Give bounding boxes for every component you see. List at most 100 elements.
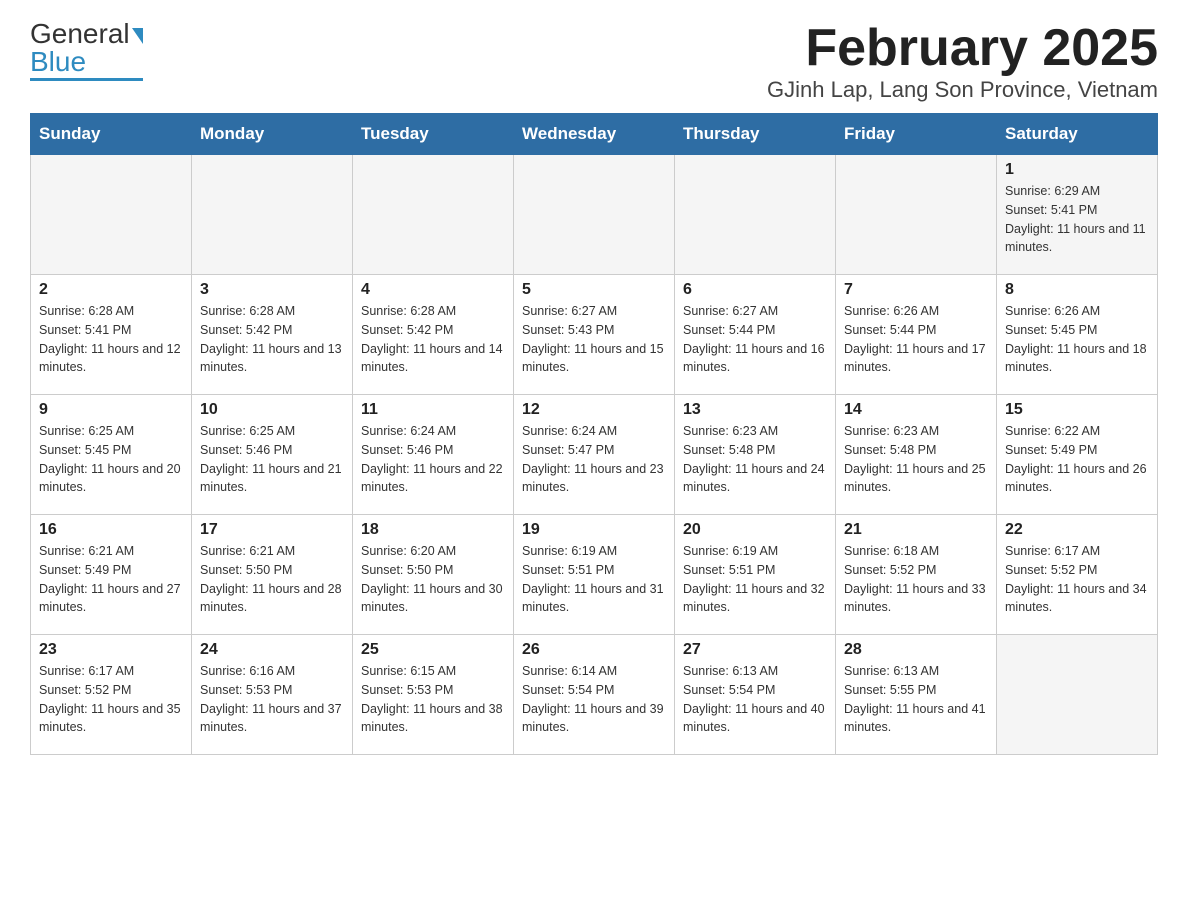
day-info: Daylight: 11 hours and 41 minutes. xyxy=(844,700,988,738)
day-number: 4 xyxy=(361,281,505,299)
table-row: 28Sunrise: 6:13 AMSunset: 5:55 PMDayligh… xyxy=(836,635,997,755)
day-number: 22 xyxy=(1005,521,1149,539)
table-row xyxy=(997,635,1158,755)
day-number: 18 xyxy=(361,521,505,539)
day-info: Daylight: 11 hours and 40 minutes. xyxy=(683,700,827,738)
table-row: 11Sunrise: 6:24 AMSunset: 5:46 PMDayligh… xyxy=(353,395,514,515)
table-row xyxy=(675,155,836,275)
calendar-week-row: 16Sunrise: 6:21 AMSunset: 5:49 PMDayligh… xyxy=(31,515,1158,635)
title-section: February 2025 GJinh Lap, Lang Son Provin… xyxy=(767,20,1158,103)
day-number: 12 xyxy=(522,401,666,419)
day-info: Daylight: 11 hours and 26 minutes. xyxy=(1005,460,1149,498)
calendar-title: February 2025 xyxy=(767,20,1158,77)
day-number: 26 xyxy=(522,641,666,659)
day-info: Sunrise: 6:20 AM xyxy=(361,542,505,561)
calendar-week-row: 9Sunrise: 6:25 AMSunset: 5:45 PMDaylight… xyxy=(31,395,1158,515)
col-tuesday: Tuesday xyxy=(353,114,514,155)
day-info: Sunrise: 6:18 AM xyxy=(844,542,988,561)
day-info: Sunset: 5:51 PM xyxy=(522,561,666,580)
day-info: Sunrise: 6:23 AM xyxy=(683,422,827,441)
table-row: 1Sunrise: 6:29 AMSunset: 5:41 PMDaylight… xyxy=(997,155,1158,275)
day-number: 15 xyxy=(1005,401,1149,419)
day-number: 6 xyxy=(683,281,827,299)
day-info: Daylight: 11 hours and 23 minutes. xyxy=(522,460,666,498)
day-info: Daylight: 11 hours and 32 minutes. xyxy=(683,580,827,618)
day-info: Sunset: 5:42 PM xyxy=(200,321,344,340)
day-info: Sunrise: 6:25 AM xyxy=(39,422,183,441)
table-row: 20Sunrise: 6:19 AMSunset: 5:51 PMDayligh… xyxy=(675,515,836,635)
day-number: 17 xyxy=(200,521,344,539)
col-wednesday: Wednesday xyxy=(514,114,675,155)
day-number: 5 xyxy=(522,281,666,299)
logo-underline xyxy=(30,78,143,81)
day-info: Sunrise: 6:29 AM xyxy=(1005,182,1149,201)
day-number: 10 xyxy=(200,401,344,419)
day-number: 25 xyxy=(361,641,505,659)
day-info: Daylight: 11 hours and 13 minutes. xyxy=(200,340,344,378)
table-row: 16Sunrise: 6:21 AMSunset: 5:49 PMDayligh… xyxy=(31,515,192,635)
table-row: 18Sunrise: 6:20 AMSunset: 5:50 PMDayligh… xyxy=(353,515,514,635)
day-info: Sunrise: 6:23 AM xyxy=(844,422,988,441)
table-row xyxy=(353,155,514,275)
day-info: Daylight: 11 hours and 33 minutes. xyxy=(844,580,988,618)
day-info: Sunrise: 6:19 AM xyxy=(683,542,827,561)
calendar-header-row: Sunday Monday Tuesday Wednesday Thursday… xyxy=(31,114,1158,155)
day-info: Daylight: 11 hours and 38 minutes. xyxy=(361,700,505,738)
day-info: Sunset: 5:47 PM xyxy=(522,441,666,460)
table-row: 2Sunrise: 6:28 AMSunset: 5:41 PMDaylight… xyxy=(31,275,192,395)
day-info: Sunset: 5:48 PM xyxy=(683,441,827,460)
logo: General Blue xyxy=(30,20,143,81)
day-info: Sunset: 5:52 PM xyxy=(39,681,183,700)
day-info: Daylight: 11 hours and 12 minutes. xyxy=(39,340,183,378)
table-row: 8Sunrise: 6:26 AMSunset: 5:45 PMDaylight… xyxy=(997,275,1158,395)
day-number: 28 xyxy=(844,641,988,659)
table-row: 7Sunrise: 6:26 AMSunset: 5:44 PMDaylight… xyxy=(836,275,997,395)
day-info: Daylight: 11 hours and 27 minutes. xyxy=(39,580,183,618)
day-info: Sunrise: 6:24 AM xyxy=(522,422,666,441)
table-row: 9Sunrise: 6:25 AMSunset: 5:45 PMDaylight… xyxy=(31,395,192,515)
day-info: Sunset: 5:49 PM xyxy=(39,561,183,580)
day-info: Sunset: 5:53 PM xyxy=(200,681,344,700)
table-row: 22Sunrise: 6:17 AMSunset: 5:52 PMDayligh… xyxy=(997,515,1158,635)
day-info: Sunrise: 6:16 AM xyxy=(200,662,344,681)
table-row: 27Sunrise: 6:13 AMSunset: 5:54 PMDayligh… xyxy=(675,635,836,755)
table-row: 26Sunrise: 6:14 AMSunset: 5:54 PMDayligh… xyxy=(514,635,675,755)
calendar-week-row: 2Sunrise: 6:28 AMSunset: 5:41 PMDaylight… xyxy=(31,275,1158,395)
table-row: 13Sunrise: 6:23 AMSunset: 5:48 PMDayligh… xyxy=(675,395,836,515)
day-info: Daylight: 11 hours and 30 minutes. xyxy=(361,580,505,618)
table-row: 4Sunrise: 6:28 AMSunset: 5:42 PMDaylight… xyxy=(353,275,514,395)
day-info: Daylight: 11 hours and 16 minutes. xyxy=(683,340,827,378)
day-number: 27 xyxy=(683,641,827,659)
day-info: Sunrise: 6:21 AM xyxy=(39,542,183,561)
day-number: 11 xyxy=(361,401,505,419)
day-number: 23 xyxy=(39,641,183,659)
col-thursday: Thursday xyxy=(675,114,836,155)
day-number: 24 xyxy=(200,641,344,659)
col-saturday: Saturday xyxy=(997,114,1158,155)
col-friday: Friday xyxy=(836,114,997,155)
day-info: Sunset: 5:44 PM xyxy=(683,321,827,340)
day-info: Sunset: 5:52 PM xyxy=(1005,561,1149,580)
day-info: Sunset: 5:46 PM xyxy=(361,441,505,460)
day-number: 3 xyxy=(200,281,344,299)
day-info: Sunset: 5:50 PM xyxy=(200,561,344,580)
table-row xyxy=(514,155,675,275)
logo-blue: Blue xyxy=(30,46,86,77)
day-info: Sunset: 5:53 PM xyxy=(361,681,505,700)
day-info: Sunset: 5:48 PM xyxy=(844,441,988,460)
calendar-table: Sunday Monday Tuesday Wednesday Thursday… xyxy=(30,113,1158,755)
day-info: Sunrise: 6:21 AM xyxy=(200,542,344,561)
day-info: Sunrise: 6:22 AM xyxy=(1005,422,1149,441)
day-info: Sunrise: 6:15 AM xyxy=(361,662,505,681)
table-row: 15Sunrise: 6:22 AMSunset: 5:49 PMDayligh… xyxy=(997,395,1158,515)
day-info: Daylight: 11 hours and 14 minutes. xyxy=(361,340,505,378)
table-row: 14Sunrise: 6:23 AMSunset: 5:48 PMDayligh… xyxy=(836,395,997,515)
table-row: 12 Sunrise: 6:24 AMSunset: 5:47 PMDayligh… xyxy=(514,395,675,515)
day-info: Sunset: 5:55 PM xyxy=(844,681,988,700)
table-row: 17Sunrise: 6:21 AMSunset: 5:50 PMDayligh… xyxy=(192,515,353,635)
logo-text: General Blue xyxy=(30,20,143,76)
day-number: 21 xyxy=(844,521,988,539)
col-sunday: Sunday xyxy=(31,114,192,155)
day-number: 19 xyxy=(522,521,666,539)
day-info: Sunrise: 6:13 AM xyxy=(683,662,827,681)
